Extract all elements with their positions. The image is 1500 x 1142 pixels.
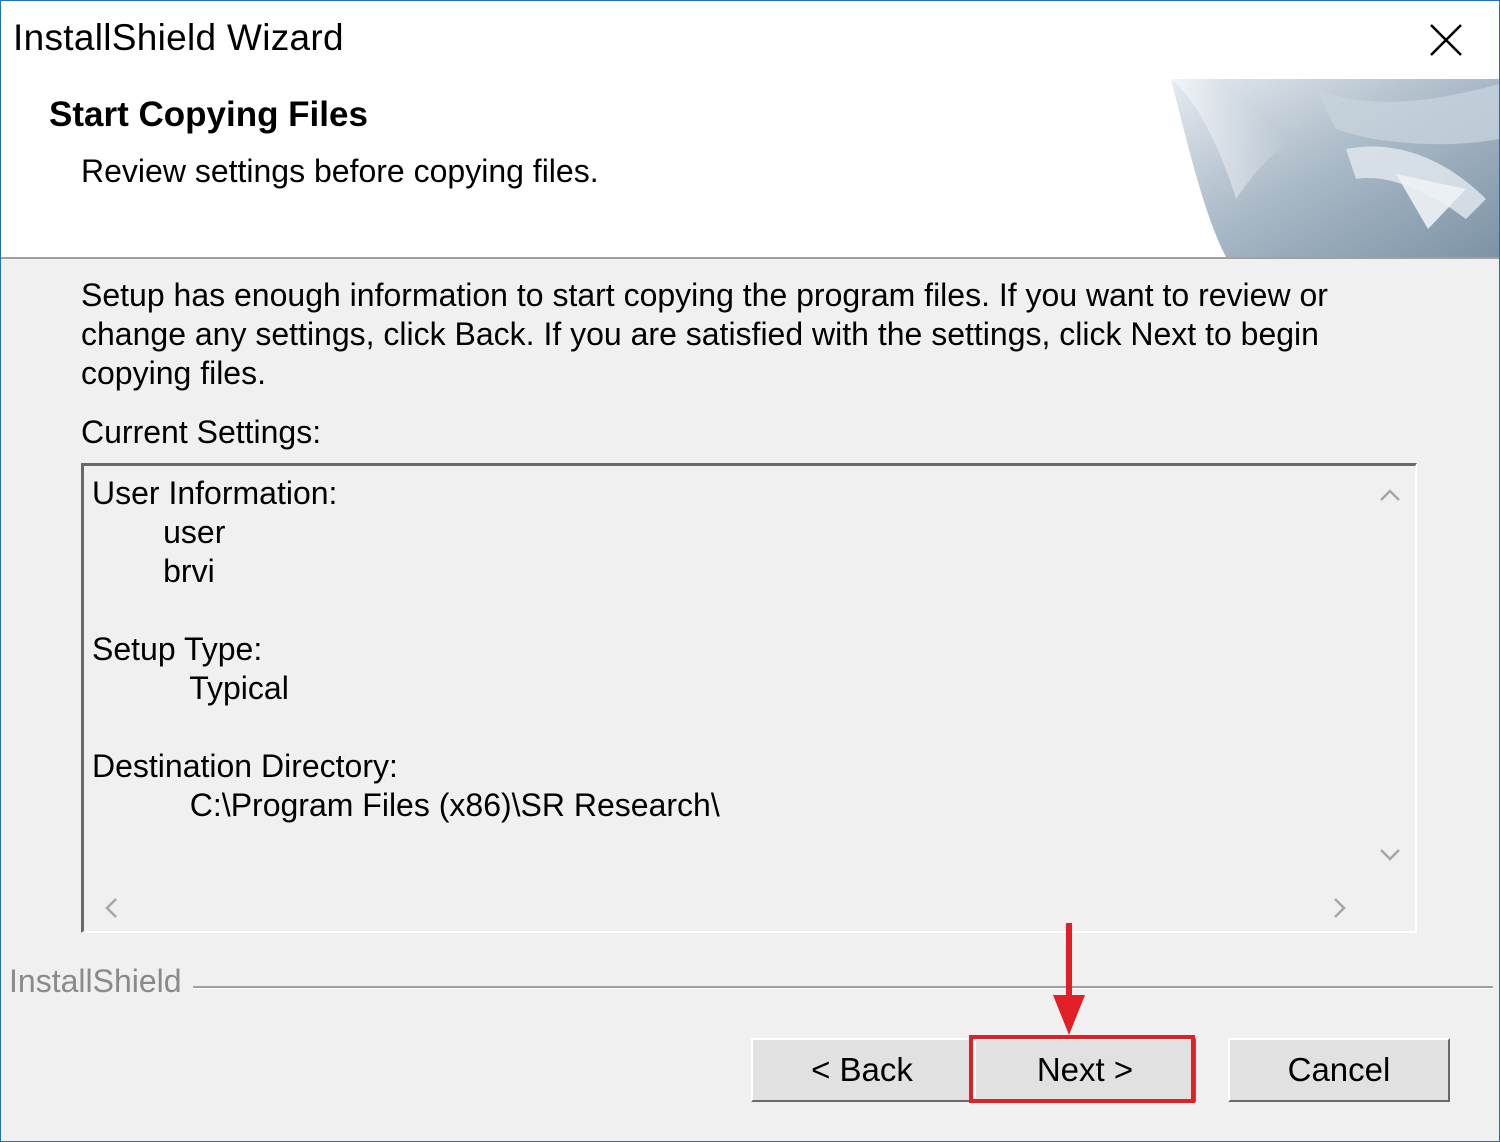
banner-title: Start Copying Files — [49, 95, 368, 134]
instructions-text: Setup has enough information to start co… — [81, 277, 1328, 391]
next-button[interactable]: Next > — [974, 1038, 1196, 1102]
settings-line: Typical — [92, 670, 289, 706]
settings-line — [92, 708, 1362, 747]
close-icon — [1430, 24, 1462, 56]
header-banner: Start Copying Files Review settings befo… — [1, 79, 1499, 259]
installshield-branding: InstallShield — [9, 963, 182, 999]
pointer-arrow-icon — [1053, 923, 1085, 1035]
settings-content: User Information: user brvi Setup Type: … — [92, 474, 1362, 882]
footer-divider — [193, 986, 1493, 989]
horizontal-scrollbar[interactable] — [84, 881, 1365, 931]
installshield-window: InstallShield Wizard Start Copying Files… — [0, 0, 1500, 1142]
installshield-logo-graphic — [1171, 79, 1499, 257]
settings-line — [92, 591, 1362, 630]
current-settings-textbox[interactable]: User Information: user brvi Setup Type: … — [81, 463, 1417, 933]
settings-line: Setup Type: — [92, 631, 263, 667]
settings-line: Destination Directory: — [92, 748, 398, 784]
banner-subtitle: Review settings before copying files. — [81, 153, 599, 189]
settings-line: brvi — [92, 553, 215, 589]
scroll-right-icon[interactable] — [1333, 897, 1347, 919]
settings-line: User Information: — [92, 475, 338, 511]
scroll-left-icon[interactable] — [104, 897, 118, 919]
scrollbar-corner — [1365, 881, 1415, 931]
current-settings-label: Current Settings: — [81, 414, 322, 450]
cancel-button[interactable]: Cancel — [1228, 1038, 1450, 1102]
title-bar: InstallShield Wizard — [1, 1, 1499, 79]
back-button[interactable]: < Back — [751, 1038, 973, 1102]
vertical-scrollbar[interactable] — [1365, 466, 1415, 882]
settings-line: user — [92, 514, 226, 550]
scroll-down-icon[interactable] — [1379, 848, 1401, 862]
settings-line: C:\Program Files (x86)\SR Research\ — [92, 787, 720, 823]
close-button[interactable] — [1395, 1, 1499, 79]
scroll-up-icon[interactable] — [1379, 488, 1401, 502]
window-title: InstallShield Wizard — [13, 17, 344, 58]
